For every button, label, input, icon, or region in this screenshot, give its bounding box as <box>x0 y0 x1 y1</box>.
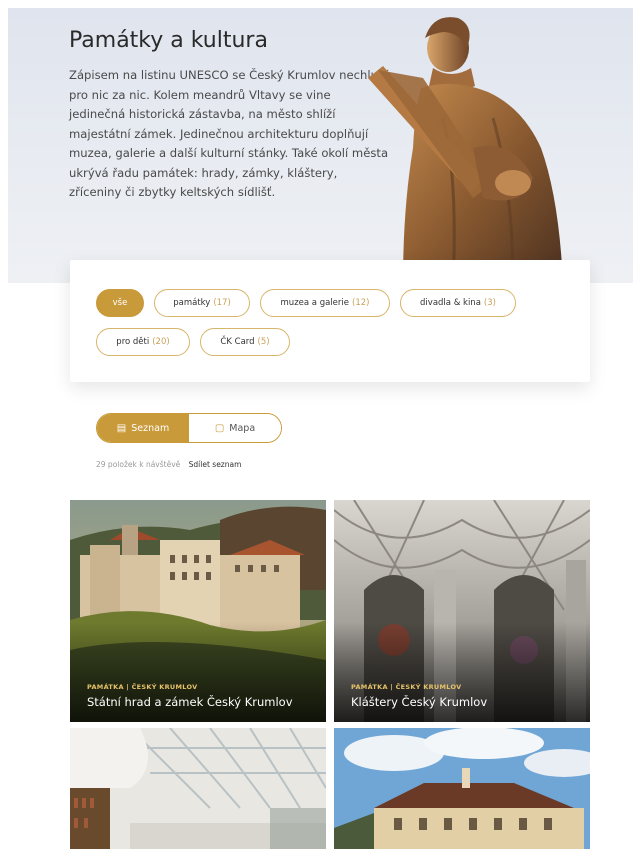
statue-image <box>368 17 563 283</box>
filter-chip-kids[interactable]: pro děti (20) <box>96 328 190 356</box>
list-view-button[interactable]: ▤ Seznam <box>97 414 189 442</box>
filter-panel: vše památky (17) muzea a galerie (12) diva… <box>70 260 590 382</box>
view-toggle: ▤ Seznam ▢ Mapa <box>96 413 282 443</box>
page-title: Památky a kultura <box>69 28 268 53</box>
place-card-building[interactable] <box>334 728 590 849</box>
building-image <box>334 728 590 849</box>
place-card-gallery[interactable] <box>70 728 326 849</box>
filter-chip-label: památky <box>173 298 211 308</box>
filter-chip-count: (3) <box>483 298 496 308</box>
card-category: PAMÁTKA | ČESKÝ KRUMLOV <box>351 683 462 691</box>
map-view-label: Mapa <box>229 422 256 434</box>
list-icon: ▤ <box>116 422 127 434</box>
share-list-link[interactable]: Sdílet seznam <box>189 460 242 469</box>
filter-chip-ckcard[interactable]: ČK Card (5) <box>200 328 290 356</box>
results-meta: 29 položek k návštěvě Sdílet seznam <box>96 460 241 469</box>
place-card-castle[interactable]: PAMÁTKA | ČESKÝ KRUMLOV Státní hrad a zá… <box>70 500 326 722</box>
filter-chip-count: (12) <box>352 298 370 308</box>
list-view-label: Seznam <box>131 422 170 434</box>
gallery-image <box>70 728 326 849</box>
map-icon: ▢ <box>214 422 225 434</box>
filter-chip-label: divadla & kina <box>420 298 481 308</box>
hero-section: Památky a kultura Zápisem na listinu UNE… <box>8 8 633 283</box>
card-title: Kláštery Český Krumlov <box>351 695 488 709</box>
card-title: Státní hrad a zámek Český Krumlov <box>87 695 293 709</box>
filter-chip-monuments[interactable]: památky (17) <box>154 289 250 317</box>
map-view-button[interactable]: ▢ Mapa <box>189 414 281 442</box>
filter-chip-count: (5) <box>257 337 270 347</box>
filter-chip-all[interactable]: vše <box>96 289 144 317</box>
filter-chip-label: vše <box>112 298 128 308</box>
filter-chip-count: (20) <box>152 337 170 347</box>
hero-description: Zápisem na listinu UNESCO se Český Kruml… <box>69 68 389 199</box>
place-card-monasteries[interactable]: PAMÁTKA | ČESKÝ KRUMLOV Kláštery Český K… <box>334 500 590 722</box>
filter-chip-label: pro děti <box>116 337 150 347</box>
filter-chip-count: (17) <box>213 298 231 308</box>
filter-chip-label: ČK Card <box>220 337 255 347</box>
results-count: 29 položek k návštěvě <box>96 460 181 469</box>
filter-chip-museums[interactable]: muzea a galerie (12) <box>260 289 390 317</box>
filter-chip-label: muzea a galerie <box>280 298 349 308</box>
card-category: PAMÁTKA | ČESKÝ KRUMLOV <box>87 683 198 691</box>
filter-chip-theatres[interactable]: divadla & kina (3) <box>400 289 516 317</box>
